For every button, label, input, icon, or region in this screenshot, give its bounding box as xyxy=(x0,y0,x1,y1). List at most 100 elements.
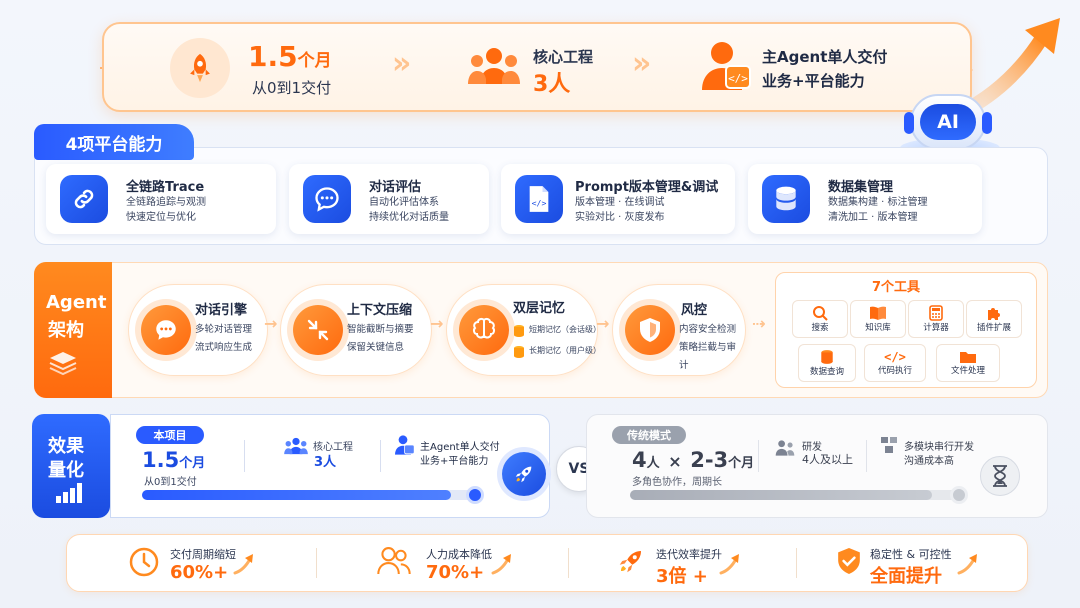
tool-label: 数据查询 xyxy=(809,367,844,377)
traditional-desc: 多角色协作，周期长 xyxy=(632,477,722,488)
agent-side-line2: 架构 xyxy=(48,320,84,341)
traditional-serial-line1: 多模块串行开发 xyxy=(904,442,974,453)
traditional-people-unit: 人 xyxy=(646,456,660,471)
agent-module-title: 风控 xyxy=(681,303,708,318)
agent-module-title: 上下文压缩 xyxy=(347,303,413,318)
developer-icon xyxy=(395,435,415,455)
banner-team-label: 核心工程 xyxy=(533,48,594,66)
tool-code-exec[interactable]: </> 代码执行 xyxy=(864,344,926,382)
project-progress-knob xyxy=(466,486,484,504)
banner-duration-unit: 个月 xyxy=(297,51,332,71)
tool-label: 文件处理 xyxy=(950,366,985,376)
developer-icon: </> xyxy=(702,42,751,90)
database-icon xyxy=(514,346,524,358)
banner-owner-line1: 主Agent单人交付 xyxy=(762,48,888,66)
compress-icon xyxy=(293,305,343,355)
chevron-right-icon: » xyxy=(392,46,412,81)
banner-team-value: 3人 xyxy=(533,72,571,97)
platform-card-desc: 数据集构建 · 标注管理 xyxy=(828,197,928,208)
tool-data-query[interactable]: 数据查询 xyxy=(798,344,856,382)
agent-module-desc: 内容安全检测 xyxy=(679,324,737,335)
platform-card-trace[interactable]: 全链路Trace 全链路追踪与观测 快速定位与优化 xyxy=(46,164,276,234)
tool-knowledge[interactable]: 知识库 xyxy=(850,300,906,338)
result-label: 交付周期缩短 xyxy=(170,548,236,561)
platform-card-dataset[interactable]: 数据集管理 数据集构建 · 标注管理 清洗加工 · 版本管理 xyxy=(748,164,982,234)
agent-side-line1: Agent xyxy=(46,292,107,313)
code-file-icon: </> xyxy=(515,175,563,223)
result-label: 人力成本降低 xyxy=(426,548,492,561)
project-progress-track xyxy=(142,490,478,500)
agent-module-desc: 流式响应生成 xyxy=(195,342,253,353)
team-icon xyxy=(468,48,520,84)
trend-up-icon xyxy=(233,554,253,575)
chat-bubble-icon xyxy=(141,305,191,355)
project-owner-line2: 业务+平台能力 xyxy=(420,456,489,467)
result-label: 迭代效率提升 xyxy=(656,548,722,561)
banner-duration: 1.5个月 xyxy=(248,40,332,73)
result-value: 70%+ xyxy=(426,562,485,583)
project-tag: 本项目 xyxy=(136,426,204,444)
result-label: 稳定性 & 可控性 xyxy=(870,548,952,561)
link-icon xyxy=(60,175,108,223)
platform-card-desc: 自动化评估体系 xyxy=(369,197,439,208)
project-duration-unit: 个月 xyxy=(179,456,206,471)
hourglass-icon xyxy=(980,456,1020,496)
traditional-months: 2-3 xyxy=(690,448,729,472)
agent-module-desc: 多轮对话管理 xyxy=(195,324,253,335)
folder-icon xyxy=(960,352,976,363)
tool-calculator[interactable]: 计算器 xyxy=(908,300,964,338)
platform-card-desc: 版本管理 · 在线调试 xyxy=(575,197,665,208)
bar-chart-icon xyxy=(56,483,82,503)
project-duration-value: 1.5 xyxy=(142,448,180,472)
traditional-progress-track xyxy=(630,490,966,500)
tool-file[interactable]: 文件处理 xyxy=(936,344,1000,382)
divider xyxy=(380,440,381,472)
agent-module-memory[interactable]: 双层记忆 短期记忆（会话级） 长期记忆（用户级） xyxy=(446,284,601,376)
project-owner-line1: 主Agent单人交付 xyxy=(420,442,500,453)
svg-text:</>: </> xyxy=(532,198,547,208)
rocket-icon xyxy=(619,551,641,573)
divider xyxy=(316,548,317,578)
clock-icon xyxy=(129,547,159,577)
traditional-times: × xyxy=(668,452,682,471)
database-icon xyxy=(762,175,810,223)
traditional-serial-line2: 沟通成本高 xyxy=(904,456,954,467)
effect-side-line1: 效果 xyxy=(48,436,84,457)
tool-plugin[interactable]: 插件扩展 xyxy=(966,300,1022,338)
chevron-right-icon: » xyxy=(632,46,652,81)
divider xyxy=(568,548,569,578)
puzzle-icon xyxy=(988,308,1000,320)
tool-search[interactable]: 搜索 xyxy=(792,300,848,338)
arrow-right-icon: → xyxy=(596,314,610,333)
database-icon xyxy=(821,350,833,364)
agent-module-risk[interactable]: 风控 内容安全检测 策略拦截与审计 xyxy=(612,284,746,376)
people-icon xyxy=(377,547,411,575)
agent-module-desc: 短期记忆（会话级） xyxy=(529,325,601,334)
traditional-tag: 传统模式 xyxy=(612,426,686,444)
platform-card-prompt[interactable]: </> Prompt版本管理&调试 版本管理 · 在线调试 实验对比 · 灰度发… xyxy=(501,164,735,234)
agent-module-dialog[interactable]: 对话引擎 多轮对话管理 流式响应生成 xyxy=(128,284,268,376)
platform-card-eval[interactable]: 对话评估 自动化评估体系 持续优化对话质量 xyxy=(289,164,489,234)
svg-text:</>: </> xyxy=(728,72,748,85)
team-icon xyxy=(284,437,308,455)
result-value: 全面提升 xyxy=(870,566,942,587)
platform-tag: 4项平台能力 xyxy=(34,124,194,160)
project-progress-fill xyxy=(142,490,452,500)
traditional-dev-value: 4人及以上 xyxy=(802,453,853,466)
agent-module-desc: 策略拦截与审计 xyxy=(679,342,737,371)
agent-side-label: Agent 架构 xyxy=(34,262,112,398)
agent-module-compress[interactable]: 上下文压缩 智能截断与摘要 保留关键信息 xyxy=(280,284,432,376)
ai-badge: AI xyxy=(920,104,976,140)
traditional-cost: 4人 × 2-3个月 xyxy=(632,448,754,472)
platform-card-title: Prompt版本管理&调试 xyxy=(575,180,719,195)
platform-card-title: 数据集管理 xyxy=(828,180,894,195)
agent-module-desc: 长期记忆（用户级） xyxy=(529,346,601,355)
result-value: 3倍 + xyxy=(656,566,708,587)
result-value: 60%+ xyxy=(170,562,229,583)
book-icon xyxy=(870,306,886,320)
database-icon xyxy=(514,325,524,337)
effect-side-label: 效果 量化 xyxy=(32,414,110,518)
rocket-icon xyxy=(170,38,230,98)
banner-duration-value: 1.5 xyxy=(248,40,298,73)
tool-label: 搜索 xyxy=(811,323,829,333)
